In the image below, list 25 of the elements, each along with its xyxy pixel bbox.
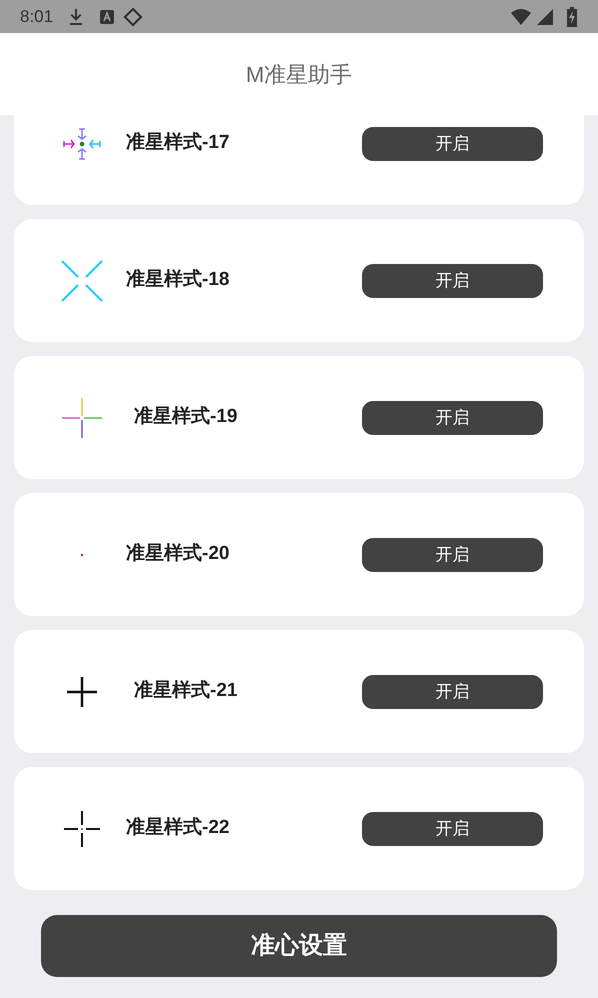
style-label: 准星样式-22: [126, 816, 230, 840]
style-label: 准星样式-20: [126, 542, 230, 566]
enable-button[interactable]: 开启: [362, 674, 543, 708]
style-label: 准星样式-19: [134, 404, 238, 430]
crosshair-x-icon: [60, 258, 104, 302]
status-time: 8:01: [20, 6, 54, 28]
tag-icon: [123, 6, 144, 26]
crosshair-plus-icon: [67, 676, 97, 706]
wifi-icon: [510, 8, 532, 26]
style-label: 准星样式-18: [126, 268, 230, 292]
crosshair-plus-icon: [60, 396, 104, 440]
crosshair-settings-button[interactable]: 准心设置: [41, 915, 557, 977]
crosshair-gap-icon: [64, 810, 100, 846]
enable-button[interactable]: 开启: [362, 126, 543, 160]
enable-button[interactable]: 开启: [362, 812, 543, 846]
signal-icon: [536, 8, 554, 26]
style-label: 准星样式-21: [134, 678, 238, 704]
enable-button[interactable]: 开启: [362, 400, 543, 434]
battery-icon: [566, 6, 578, 26]
style-label: 准星样式-17: [126, 130, 230, 156]
enable-button[interactable]: 开启: [362, 538, 543, 572]
app-title: M准星助手: [246, 60, 352, 88]
enable-button[interactable]: 开启: [362, 264, 543, 298]
download-icon: [69, 8, 84, 26]
text-box-icon: [99, 8, 116, 24]
